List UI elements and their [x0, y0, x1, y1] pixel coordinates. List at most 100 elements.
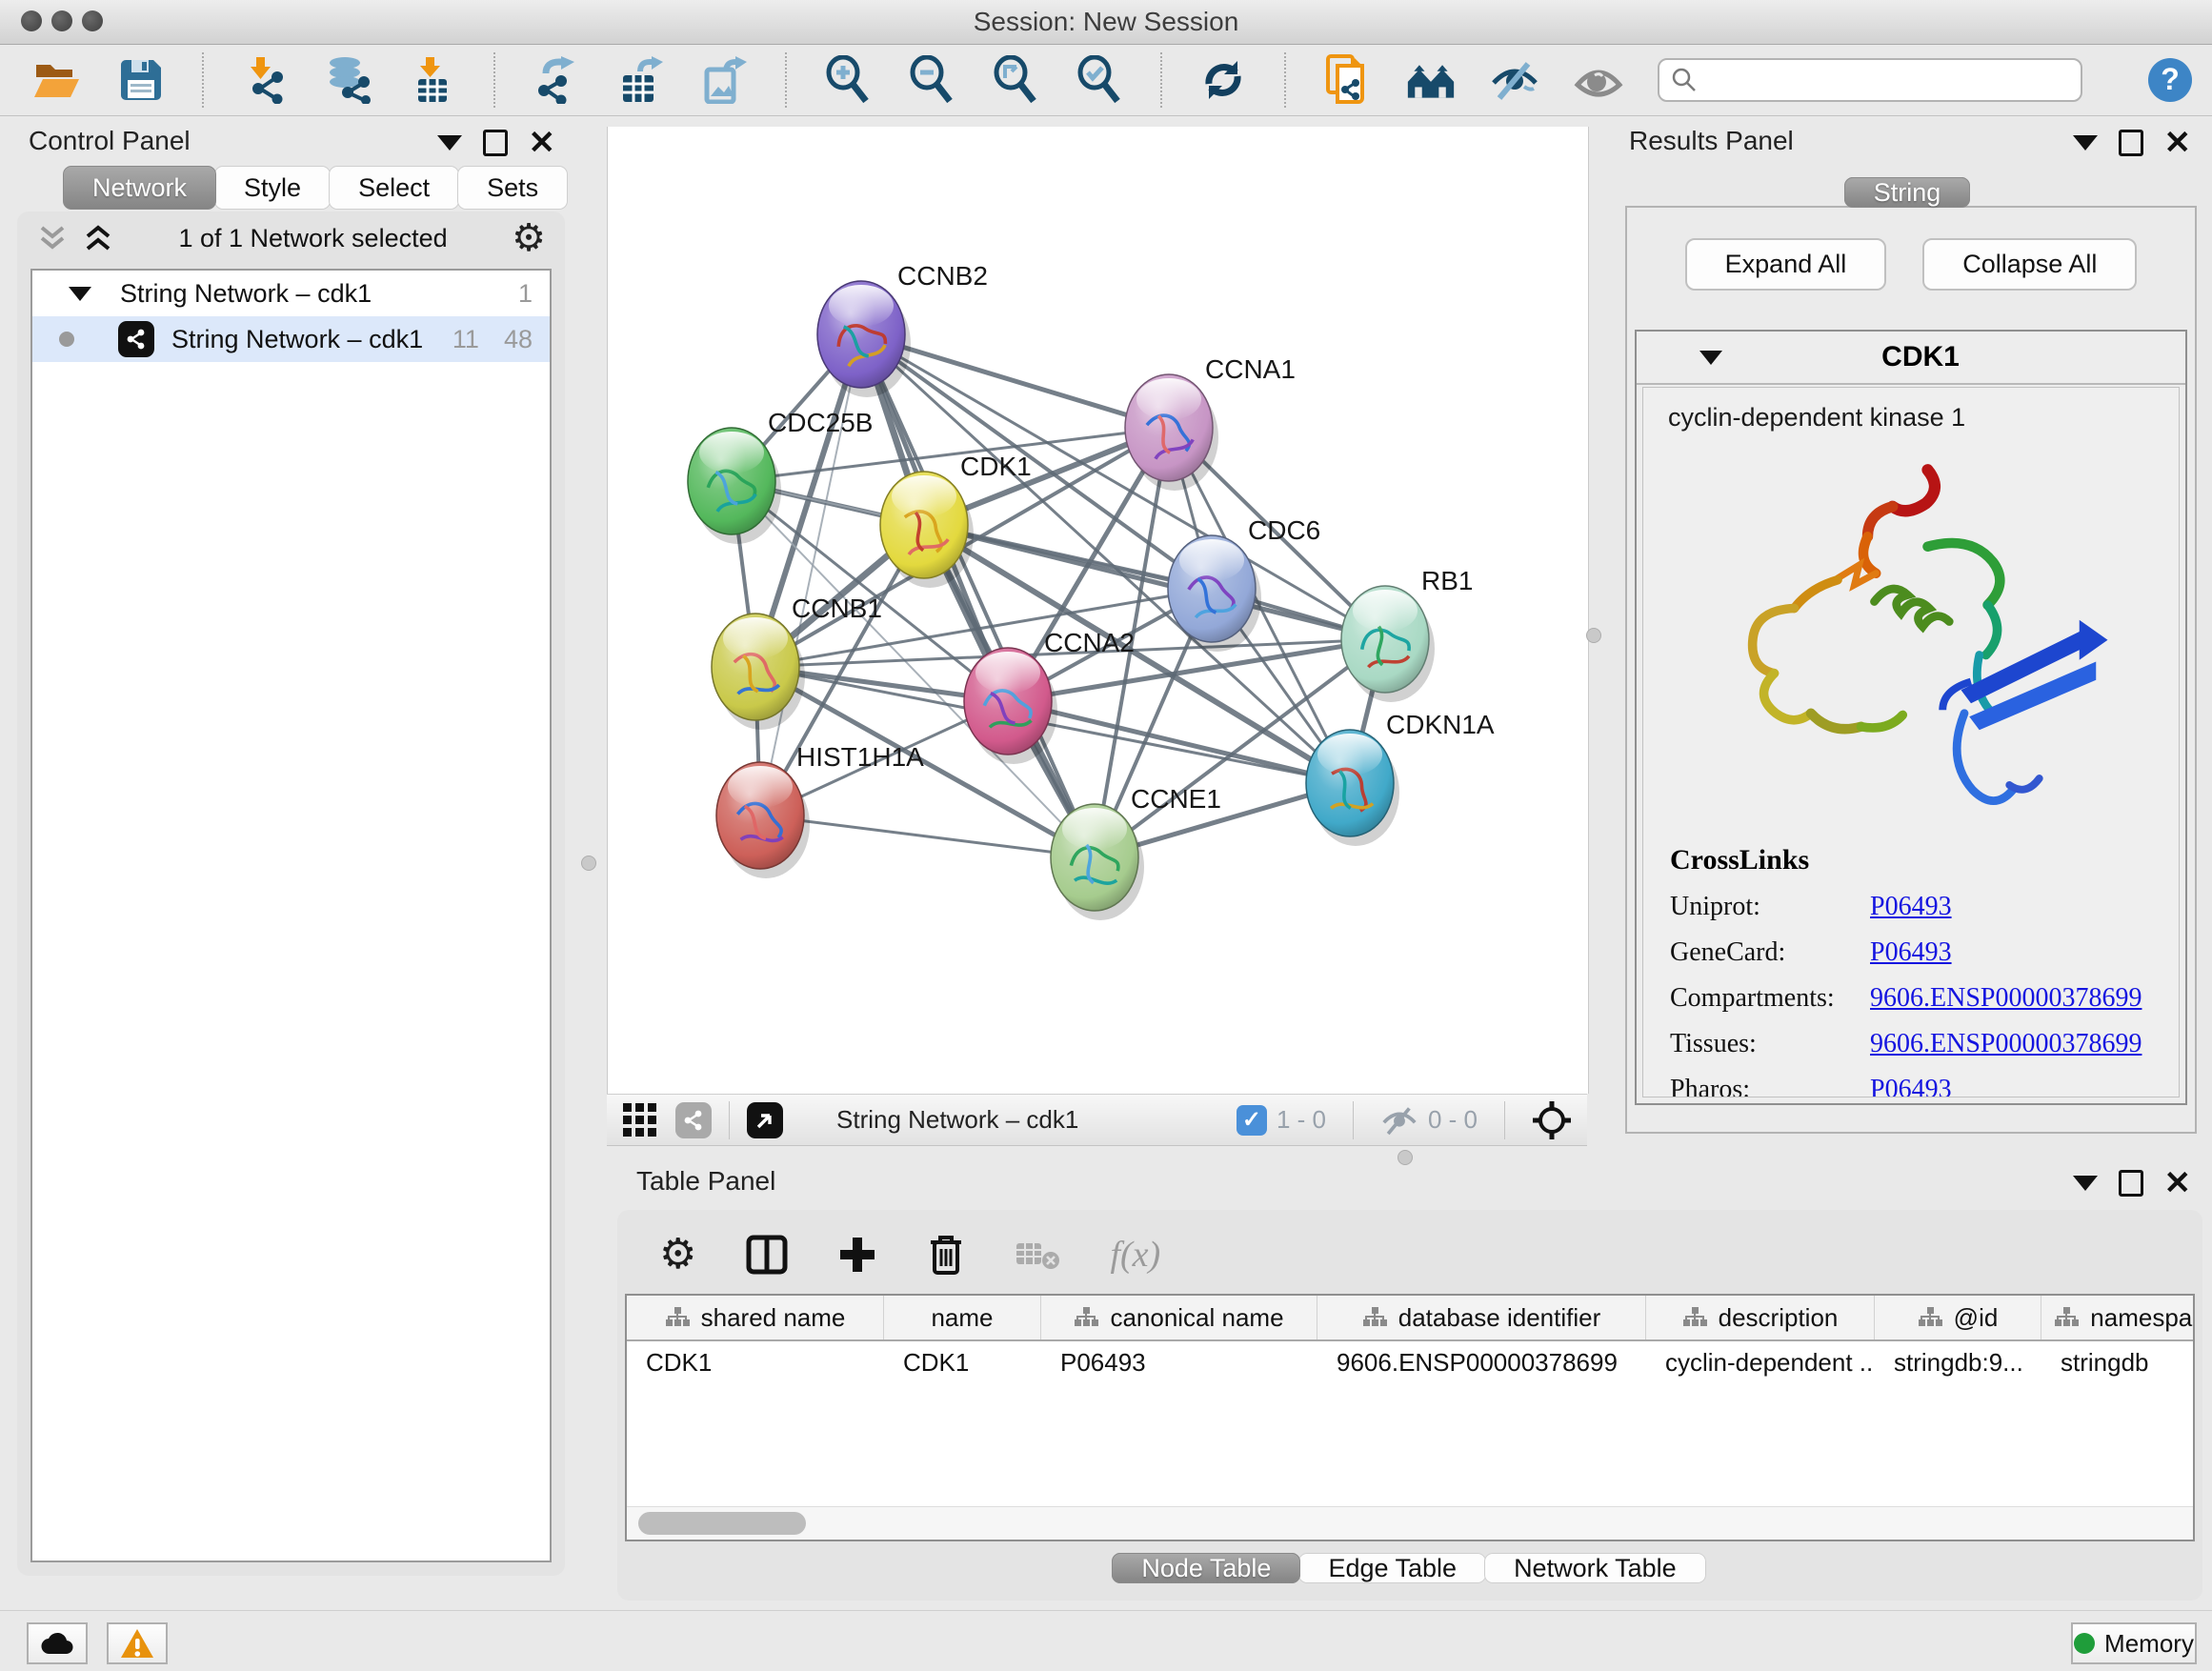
zoom-in-icon[interactable]: [823, 55, 873, 105]
node-RB1[interactable]: RB1: [1341, 566, 1473, 702]
expand-all-button[interactable]: Expand All: [1685, 238, 1887, 291]
search-input[interactable]: [1698, 65, 2081, 96]
column-header-sharedname[interactable]: shared name: [627, 1296, 884, 1339]
column-tree-icon: [1362, 1306, 1387, 1329]
network-row[interactable]: String Network – cdk1 11 48: [32, 316, 550, 362]
left-splitter-handle[interactable]: [581, 856, 596, 871]
column-header-id[interactable]: @id: [1875, 1296, 2041, 1339]
memory-button[interactable]: Memory: [2071, 1622, 2197, 1664]
column-header-databaseidentifier[interactable]: database identifier: [1317, 1296, 1646, 1339]
network-status-dot: [59, 332, 74, 347]
panel-float-icon[interactable]: [2119, 130, 2143, 156]
crosslink-link[interactable]: P06493: [1870, 937, 1952, 968]
show-all-eye-icon[interactable]: [1574, 55, 1623, 105]
tab-style[interactable]: Style: [214, 166, 331, 210]
right-splitter-handle[interactable]: [1586, 628, 1601, 643]
cloud-services-button[interactable]: [27, 1622, 88, 1664]
edge-CCNB2-CCNE1[interactable]: [861, 334, 1095, 857]
birds-eye-view-icon[interactable]: [622, 1102, 658, 1138]
node-CDC6[interactable]: CDC6: [1168, 515, 1320, 652]
refresh-layout-icon[interactable]: [1198, 55, 1248, 105]
toolbar-search[interactable]: [1658, 58, 2082, 102]
panel-float-icon[interactable]: [483, 130, 508, 156]
node-CDKN1A[interactable]: CDKN1A: [1306, 710, 1495, 846]
table-tab-network-table[interactable]: Network Table: [1484, 1553, 1706, 1583]
help-icon[interactable]: ?: [2145, 55, 2195, 105]
column-header-name[interactable]: name: [884, 1296, 1041, 1339]
scrollbar-thumb[interactable]: [638, 1512, 806, 1535]
node-table[interactable]: shared namenamecanonical namedatabase id…: [625, 1294, 2195, 1541]
string-style-icon[interactable]: [675, 1102, 712, 1138]
window-controls[interactable]: [21, 10, 103, 31]
network-canvas[interactable]: CCNB2 CCNA1 CDC25B CDK1: [607, 127, 1589, 1094]
export-image-icon[interactable]: [699, 55, 749, 105]
import-network-database-icon[interactable]: [324, 55, 373, 105]
copy-network-icon[interactable]: [1322, 55, 1372, 105]
import-table-file-icon[interactable]: [408, 55, 457, 105]
first-neighbors-icon[interactable]: [1406, 55, 1456, 105]
gene-card-expander-icon[interactable]: [1699, 351, 1722, 365]
hidden-eye-icon[interactable]: [1380, 1104, 1418, 1137]
table-horizontal-scrollbar[interactable]: [627, 1506, 2193, 1540]
crosslink-link[interactable]: P06493: [1870, 1075, 1952, 1097]
tab-sets[interactable]: Sets: [457, 166, 568, 210]
column-header-namespace[interactable]: namespace: [2041, 1296, 2195, 1339]
crosslink-link[interactable]: P06493: [1870, 892, 1952, 922]
warnings-button[interactable]: [107, 1622, 168, 1664]
close-window-button[interactable]: [21, 10, 42, 31]
toolbar-separator: [1160, 52, 1162, 108]
export-network-icon[interactable]: [532, 55, 581, 105]
table-panel: Table Panel ✕ ⚙ f(x) shared namenamecano…: [610, 1164, 2212, 1610]
column-header-description[interactable]: description: [1646, 1296, 1875, 1339]
panel-float-icon[interactable]: [2119, 1170, 2143, 1197]
panel-close-icon[interactable]: ✕: [2164, 132, 2192, 153]
hide-selected-eye-slash-icon[interactable]: [1490, 55, 1539, 105]
selected-nodes-checkbox[interactable]: ✓: [1237, 1105, 1267, 1136]
column-header-canonicalname[interactable]: canonical name: [1041, 1296, 1317, 1339]
panel-minimize-icon[interactable]: [2073, 135, 2098, 151]
zoom-window-button[interactable]: [82, 10, 103, 31]
save-session-icon[interactable]: [116, 55, 166, 105]
hidden-counts: 0 - 0: [1428, 1105, 1478, 1135]
crosslink-label: Compartments:: [1670, 983, 1870, 1014]
export-table-icon[interactable]: [615, 55, 665, 105]
table-settings-gear-icon[interactable]: ⚙: [659, 1234, 696, 1276]
collection-expander-icon[interactable]: [69, 287, 91, 301]
edge-HIST1H1A-CCNE1[interactable]: [760, 815, 1095, 857]
column-tree-icon: [1918, 1306, 1942, 1329]
minimize-window-button[interactable]: [51, 10, 72, 31]
zoom-fit-icon[interactable]: [991, 55, 1040, 105]
table-row[interactable]: CDK1CDK1P064939606.ENSP00000378699cyclin…: [627, 1341, 2193, 1383]
open-session-icon[interactable]: [32, 55, 82, 105]
panel-close-icon[interactable]: ✕: [529, 132, 556, 153]
collapse-all-button[interactable]: Collapse All: [1922, 238, 2137, 291]
zoom-out-icon[interactable]: [907, 55, 956, 105]
table-tab-edge-table[interactable]: Edge Table: [1298, 1553, 1486, 1583]
tab-select[interactable]: Select: [329, 166, 459, 210]
delete-column-trash-icon[interactable]: [927, 1233, 965, 1277]
split-columns-icon[interactable]: [746, 1234, 788, 1276]
panel-close-icon[interactable]: ✕: [2164, 1173, 2192, 1194]
tab-network[interactable]: Network: [63, 166, 216, 210]
zoom-selected-icon[interactable]: [1075, 55, 1124, 105]
panel-minimize-icon[interactable]: [2073, 1176, 2098, 1191]
results-tab-string[interactable]: String: [1844, 177, 1971, 208]
table-tab-node-table[interactable]: Node Table: [1112, 1553, 1300, 1583]
panel-minimize-icon[interactable]: [437, 135, 462, 151]
crosshair-icon[interactable]: [1532, 1100, 1572, 1140]
collapse-all-networks-icon[interactable]: [36, 224, 69, 252]
crosslink-link[interactable]: 9606.ENSP00000378699: [1870, 1029, 2142, 1059]
add-column-icon[interactable]: [837, 1235, 877, 1275]
network-graph[interactable]: CCNB2 CCNA1 CDC25B CDK1: [608, 127, 1588, 1094]
open-in-new-window-icon[interactable]: [747, 1102, 783, 1138]
network-options-gear-icon[interactable]: ⚙: [512, 219, 546, 257]
crosslink-link[interactable]: 9606.ENSP00000378699: [1870, 983, 2142, 1014]
bottom-splitter-handle[interactable]: [1398, 1150, 1413, 1165]
import-network-file-icon[interactable]: [240, 55, 290, 105]
edge-CCNA2-CDKN1A[interactable]: [1008, 701, 1350, 783]
node-CCNB2[interactable]: CCNB2: [817, 261, 988, 397]
network-collection-row[interactable]: String Network – cdk1 1: [32, 271, 550, 316]
expand-all-networks-icon[interactable]: [82, 224, 114, 252]
node-HIST1H1A[interactable]: HIST1H1A: [716, 742, 924, 878]
node-CCNE1[interactable]: CCNE1: [1051, 784, 1221, 920]
